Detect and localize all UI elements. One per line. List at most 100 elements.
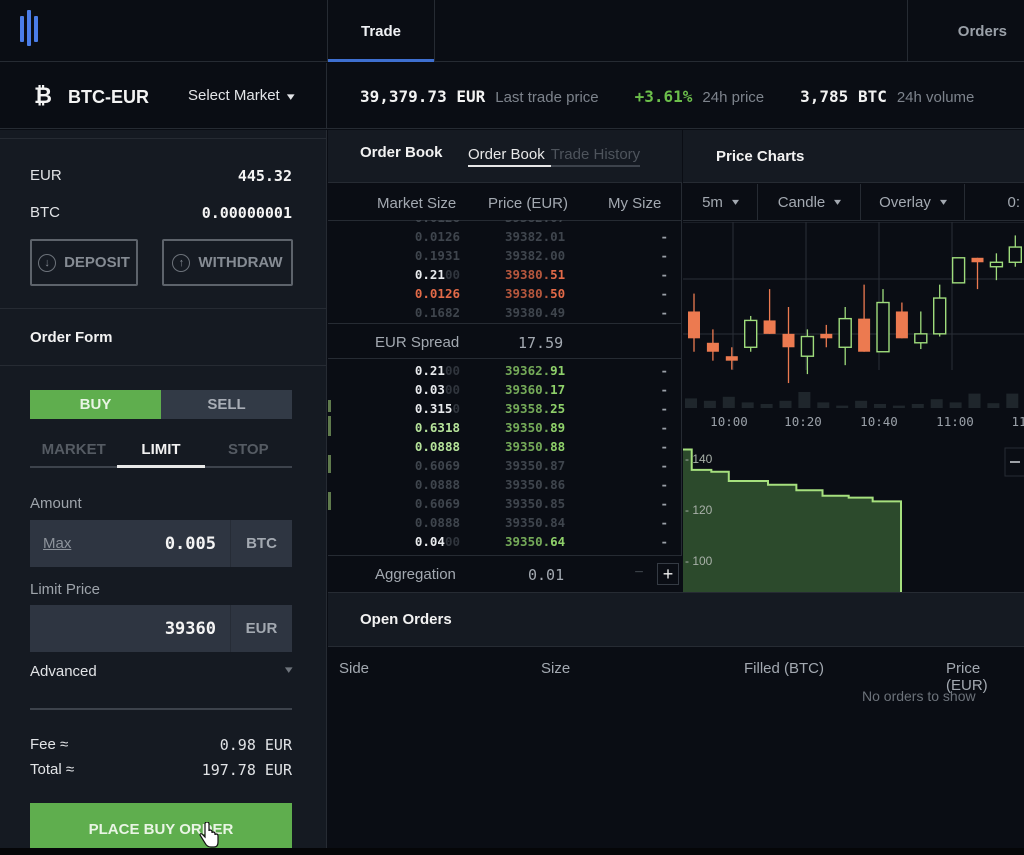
bid-row[interactable]: 0.2100 39362.91 - — [328, 361, 682, 380]
bid-row[interactable]: 0.0888 39350.88 - — [328, 437, 682, 456]
balance-currency: BTC — [30, 204, 60, 221]
volume-bar — [703, 400, 716, 408]
my-size: - — [660, 515, 668, 530]
withdraw-button[interactable]: ↑ WITHDRAW — [162, 239, 293, 286]
bid-row[interactable]: 0.0300 39360.17 - — [328, 380, 682, 399]
price-change-24h: +3.61% — [634, 87, 693, 106]
order-book-asks: 0.0126 39382.07 - 0.0126 39382.01 - 0.1931 3938… — [328, 220, 682, 323]
advanced-toggle[interactable]: Advanced ▾ — [30, 663, 293, 680]
max-link[interactable]: Max — [43, 535, 71, 552]
bid-row[interactable]: 0.6069 39350.85 - — [328, 494, 682, 513]
price: 39380.49 — [505, 305, 566, 320]
bid-row[interactable]: 0.6069 39350.87 - — [328, 456, 682, 475]
buy-side-button[interactable]: BUY — [30, 390, 161, 419]
ask-row[interactable]: 0.1682 39380.49 - — [328, 303, 682, 322]
col-side: Side — [339, 660, 370, 677]
aggregation-increase-button[interactable]: + — [657, 563, 679, 585]
select-market-dropdown[interactable]: Select Market ▾ — [188, 87, 294, 104]
total-label: Total ≈ — [30, 761, 75, 778]
market-size: 0.6318 — [414, 420, 460, 435]
open-orders-title: Open Orders — [360, 611, 452, 628]
market-size: 0.3150 — [414, 401, 460, 416]
col-price: Price (EUR) — [488, 195, 569, 212]
my-size: - — [660, 229, 668, 244]
sell-side-button[interactable]: SELL — [161, 390, 292, 419]
aggregation-decrease-button[interactable]: − — [628, 564, 650, 586]
balance-row-eur: EUR 445.32 — [30, 167, 292, 185]
tab-orders[interactable]: Orders — [907, 0, 1024, 62]
interval-dropdown[interactable]: 5m ▾ — [683, 184, 758, 221]
bid-row[interactable]: 0.0888 39350.86 - — [328, 475, 682, 494]
balance-amount: 445.32 — [237, 167, 292, 185]
bitcoin-icon: ₿ — [34, 83, 52, 108]
exchange-logo-icon[interactable] — [20, 10, 44, 46]
market-size: 0.0888 — [414, 439, 460, 454]
tab-limit[interactable]: LIMIT — [117, 435, 205, 468]
amount-unit: BTC — [230, 520, 292, 567]
my-size: - — [660, 248, 668, 263]
bid-row[interactable]: 0.0400 39350.64 - — [328, 532, 682, 551]
divider — [0, 365, 327, 366]
spread-value: 17.59 — [518, 334, 564, 352]
tab-trade-history[interactable]: Trade History — [551, 146, 640, 165]
volume-bar — [836, 405, 849, 408]
price-charts-panel: Price Charts 5m ▾ Candle ▾ Overlay ▾ 0: 10:… — [683, 130, 1024, 592]
tab-order-book[interactable]: Order Book — [468, 146, 551, 167]
price: 39350.87 — [505, 458, 566, 473]
overlay-label: Overlay — [879, 194, 931, 211]
divider — [0, 138, 327, 139]
price: 39382.00 — [505, 248, 566, 263]
depth-axis-label: - 100 — [685, 554, 713, 568]
volume-bar — [1006, 393, 1019, 408]
advanced-label: Advanced — [30, 663, 97, 680]
amount-input[interactable] — [71, 533, 230, 554]
open-orders-panel: Open Orders Side Size Filled (BTC) Price… — [328, 592, 1024, 855]
market-stats: 39,379.73 EUR Last trade price +3.61% 24… — [360, 87, 1010, 106]
price: 39358.25 — [505, 401, 566, 416]
ask-row[interactable]: 0.0126 39382.01 - — [328, 227, 682, 246]
ask-row[interactable]: 0.0126 39380.50 - — [328, 284, 682, 303]
candle-body — [914, 333, 928, 344]
market-bar: ₿ BTC-EUR Select Market ▾ 39,379.73 EUR L… — [0, 63, 1024, 129]
col-filled: Filled (BTC) — [744, 660, 825, 677]
candle-body — [876, 301, 890, 353]
order-book-header: Order Book Order Book Trade History — [328, 130, 682, 183]
my-size: - — [660, 220, 668, 225]
ask-row[interactable]: 0.1931 39382.00 - — [328, 246, 682, 265]
my-size: - — [660, 286, 668, 301]
tab-market[interactable]: MARKET — [30, 435, 117, 466]
overlay-dropdown[interactable]: Overlay ▾ — [861, 184, 965, 221]
spread-row: EUR Spread 17.59 — [328, 323, 682, 359]
buy-sell-toggle: BUY SELL — [30, 390, 292, 419]
arrow-down-circle-icon: ↓ — [38, 253, 57, 272]
chart-type-dropdown[interactable]: Candle ▾ — [758, 184, 861, 221]
aggregation-row: Aggregation 0.01 − + — [328, 555, 682, 592]
order-book-bids: 0.2100 39362.91 - 0.0300 39360.17 - 0.3150 3935… — [328, 361, 682, 555]
bid-row[interactable]: 0.3150 39358.25 - — [328, 399, 682, 418]
bid-row[interactable]: 0.0888 39350.84 - — [328, 513, 682, 532]
ask-row[interactable]: 0.2100 39380.51 - — [328, 265, 682, 284]
col-size: Size — [541, 660, 571, 677]
market-size: 0.0400 — [414, 534, 460, 549]
bid-row[interactable]: 0.6318 39350.89 - — [328, 418, 682, 437]
balance-row-btc: BTC 0.00000001 — [30, 204, 292, 222]
limit-price-input[interactable] — [30, 618, 230, 639]
price: 39350.86 — [505, 477, 566, 492]
my-size: - — [660, 267, 668, 282]
depth-axis-label: - 120 — [685, 503, 713, 517]
candle-body — [820, 333, 833, 339]
deposit-button[interactable]: ↓ DEPOSIT — [30, 239, 138, 286]
price-chart[interactable]: 10:00 10:20 10:40 11:00 11 - 140 - 120 - 100 — [683, 222, 1024, 592]
tab-stop[interactable]: STOP — [205, 435, 292, 466]
last-trade-price-label: Last trade price — [495, 89, 599, 106]
deposit-label: DEPOSIT — [64, 254, 130, 271]
chevron-down-icon: ▾ — [731, 197, 739, 208]
depth-axis-label: - 140 — [685, 452, 713, 466]
interval-label: 5m — [702, 194, 723, 211]
fee-row: Fee ≈ 0.98 EUR — [30, 736, 292, 754]
depth-indicator — [328, 455, 331, 473]
ask-row[interactable]: 0.0126 39382.07 - — [328, 220, 682, 227]
tab-trade[interactable]: Trade — [327, 0, 435, 62]
time-axis-label: 10:20 — [784, 414, 822, 429]
my-size: - — [660, 401, 668, 416]
